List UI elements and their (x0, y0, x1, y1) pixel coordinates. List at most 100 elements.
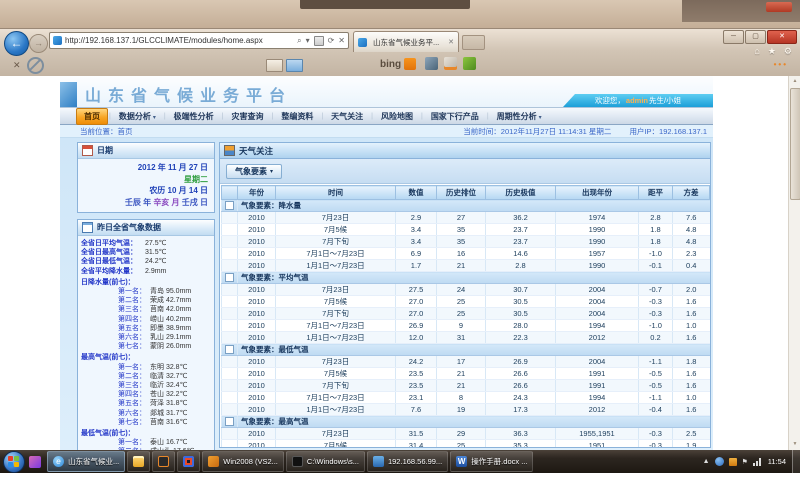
maximize-button[interactable]: ▢ (745, 30, 766, 44)
nav-item-9[interactable]: 周期性分析▾ (490, 109, 549, 124)
rank-label: 第一名： (118, 363, 146, 372)
search-icon[interactable]: ⌕ (297, 36, 301, 46)
close-button[interactable]: ✕ (767, 30, 797, 44)
stop-icon[interactable]: ✕ (338, 36, 345, 45)
scrollbar-thumb[interactable] (790, 88, 800, 200)
row-select-cell (222, 236, 238, 248)
section-checkbox[interactable] (225, 417, 234, 426)
page-body: 日期 2012 年 11 月 27 日 星期二 农历 10 月 14 日 壬辰 … (60, 138, 713, 450)
taskbar-button-6[interactable]: C:\Windows\s... (286, 451, 365, 472)
send-icon[interactable] (286, 59, 303, 72)
tab-close-icon[interactable]: ✕ (448, 38, 454, 46)
table-body: 气象要素：降水量20107月23日2.92736.219742.87.62010… (222, 200, 710, 449)
pinned-app-icon[interactable] (29, 456, 41, 468)
minimize-button[interactable]: ─ (723, 30, 744, 44)
rank-row: 第五名：菏泽 31.8℃ (81, 399, 211, 408)
taskbar-button-1[interactable]: e山东省气候业... (47, 451, 125, 472)
cell: 2004 (556, 308, 639, 320)
nav-item-2[interactable]: 数据分析▾ (112, 109, 163, 124)
section-checkbox[interactable] (225, 345, 234, 354)
element-select-button[interactable]: 气象要素 ▾ (226, 164, 282, 179)
taskbar-button-2[interactable] (127, 451, 150, 472)
table-row[interactable]: 20107月5候23.52126.61991-0.51.6 (222, 368, 710, 380)
table-row[interactable]: 20107月23日24.21726.92004-1.11.8 (222, 356, 710, 368)
taskbar-button-7[interactable]: 192.168.56.99... (367, 451, 448, 472)
section-row[interactable]: 气象要素：降水量 (222, 200, 710, 212)
rank-value: 苍山 32.2℃ (150, 390, 208, 399)
taskbar-button-3[interactable] (152, 451, 175, 472)
table-row[interactable]: 20107月5候27.02530.52004-0.31.6 (222, 296, 710, 308)
taskbar-button-5[interactable]: Win2008 (VS2... (202, 451, 284, 472)
taskbar-button-4[interactable] (177, 451, 200, 472)
alert-tray-icon[interactable] (729, 458, 737, 466)
show-desktop-button[interactable] (792, 450, 800, 473)
section-row[interactable]: 气象要素：最高气温 (222, 416, 710, 428)
new-tab-button[interactable] (462, 35, 485, 50)
bing-icon[interactable] (404, 58, 416, 70)
scroll-up-icon[interactable]: ▲ (789, 76, 800, 87)
extension-icon-1[interactable] (425, 57, 438, 70)
mail-icon[interactable] (266, 59, 283, 72)
forward-button[interactable]: → (29, 34, 48, 53)
table-row[interactable]: 20101月1日～7月23日7.61917.32012-0.41.6 (222, 404, 710, 416)
rank-row: 第一名：东明 32.8℃ (81, 363, 211, 372)
update-tray-icon[interactable] (715, 457, 724, 466)
scroll-down-icon[interactable]: ▼ (789, 439, 800, 450)
start-button[interactable] (3, 451, 25, 473)
nav-item-3[interactable]: 极端性分析 (167, 109, 221, 124)
nav-item-1[interactable]: 首页 (76, 108, 108, 125)
table-row[interactable]: 20107月1日～7月23日6.91614.61957-1.02.3 (222, 248, 710, 260)
scrollbar[interactable]: ▲ ▼ (788, 76, 800, 450)
url-text[interactable]: http://192.168.137.1/GLCCLIMATE/modules/… (65, 36, 297, 45)
table-row[interactable]: 20107月23日2.92736.219742.87.6 (222, 212, 710, 224)
browser-tab[interactable]: 山东省气候业务平... ✕ (353, 31, 459, 52)
taskbar-clock[interactable]: 11:54 (768, 457, 786, 466)
section-row[interactable]: 气象要素：最低气温 (222, 344, 710, 356)
taskbar-button-label: Win2008 (VS2... (223, 457, 278, 466)
compatibility-view-icon[interactable] (314, 36, 324, 46)
section-row[interactable]: 气象要素：平均气温 (222, 272, 710, 284)
hidden-icons-arrow[interactable]: ▲ (703, 458, 710, 465)
star-icon[interactable]: ★ (768, 46, 776, 57)
nav-item-7[interactable]: 风险地图 (374, 109, 420, 124)
table-row[interactable]: 20107月下旬23.52126.61991-0.51.6 (222, 380, 710, 392)
address-bar[interactable]: http://192.168.137.1/GLCCLIMATE/modules/… (49, 32, 349, 49)
extension-icon-3[interactable] (463, 57, 476, 70)
table-row[interactable]: 20107月5候3.43523.719901.84.8 (222, 224, 710, 236)
table-row[interactable]: 20107月1日～7月23日23.1824.31994-1.11.0 (222, 392, 710, 404)
more-options-icon[interactable]: ••• (774, 60, 788, 69)
table-row[interactable]: 20107月下旬3.43523.719901.84.8 (222, 236, 710, 248)
table-row[interactable]: 20107月23日31.52936.31955,1951-0.32.5 (222, 428, 710, 440)
section-checkbox[interactable] (225, 273, 234, 282)
table-row[interactable]: 20101月1日～7月23日12.03122.320120.21.6 (222, 332, 710, 344)
taskbar-button-8[interactable]: W操作手册.docx ... (450, 451, 533, 472)
refresh-icon[interactable]: ⟳ (328, 36, 335, 45)
rank-value: 泰山 16.7℃ (150, 438, 208, 447)
table-row[interactable]: 20107月下旬27.02530.52004-0.31.6 (222, 308, 710, 320)
weather-table: 年份时间数值历史排位历史极值出现年份距平方差 气象要素：降水量20107月23日… (221, 185, 710, 448)
tab-title[interactable]: 山东省气候业务平... (373, 37, 445, 48)
bing-logo[interactable]: bing (380, 59, 401, 70)
network-icon[interactable] (753, 458, 761, 466)
section-checkbox[interactable] (225, 201, 234, 210)
table-row[interactable]: 20107月5候31.42535.31951-0.31.9 (222, 440, 710, 449)
extension-icon-2[interactable] (444, 57, 457, 70)
chevron-down-icon[interactable]: ▾ (306, 36, 310, 45)
rank-row: 第一名：青岛 95.0mm (81, 287, 211, 296)
nav-item-6[interactable]: 天气关注 (324, 109, 370, 124)
rank-row: 第七名：莒南 31.6℃ (81, 418, 211, 427)
table-row[interactable]: 20107月23日27.52430.72004-0.72.0 (222, 284, 710, 296)
table-row[interactable]: 20107月1日～7月23日26.9928.01994-1.01.0 (222, 320, 710, 332)
welcome-username: admin (626, 96, 648, 105)
table-row[interactable]: 20101月1日～7月23日1.7212.81990-0.10.4 (222, 260, 710, 272)
home-icon[interactable]: ⌂ (754, 46, 759, 57)
flag-icon[interactable]: ⚑ (742, 458, 748, 466)
back-button[interactable]: ← (4, 31, 29, 56)
nav-item-8[interactable]: 国家下行产品 (424, 109, 486, 124)
close-icon[interactable]: ✕ (13, 60, 21, 71)
nav-item-4[interactable]: 灾害查询 (225, 109, 271, 124)
nav-item-5[interactable]: 整编资料 (274, 109, 320, 124)
rank-row: 第六名：乳山 29.1mm (81, 333, 211, 342)
blocked-icon[interactable] (27, 57, 44, 74)
gear-icon[interactable]: ⚙ (784, 46, 792, 57)
